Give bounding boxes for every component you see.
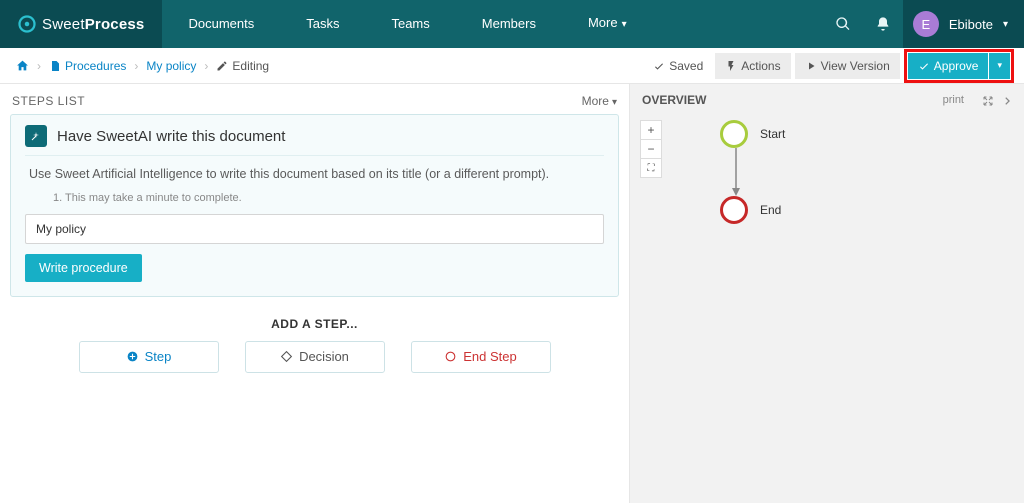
bell-icon bbox=[875, 16, 891, 32]
ai-prompt-input[interactable] bbox=[25, 214, 604, 244]
nav-items: Documents Tasks Teams Members More ▾ bbox=[162, 0, 652, 48]
diamond-icon bbox=[280, 350, 293, 363]
chevron-down-icon: ▾ bbox=[1003, 19, 1008, 30]
zoom-out-button[interactable]: − bbox=[640, 139, 662, 159]
breadcrumb-editing-label: Editing bbox=[232, 59, 269, 73]
steps-list-title: STEPS LIST bbox=[12, 94, 85, 108]
chevron-down-icon: ▾ bbox=[612, 97, 617, 108]
add-step-row: Step Decision End Step bbox=[10, 341, 619, 373]
actions-button[interactable]: Actions bbox=[715, 53, 790, 79]
check-icon bbox=[653, 60, 665, 72]
add-decision-button[interactable]: Decision bbox=[245, 341, 385, 373]
nav-tasks[interactable]: Tasks bbox=[280, 0, 365, 48]
brand-icon bbox=[18, 15, 36, 33]
breadcrumb-procedures-label: Procedures bbox=[65, 59, 126, 73]
search-icon bbox=[835, 16, 851, 32]
overview-next[interactable] bbox=[1002, 92, 1012, 107]
flow-end-node[interactable]: End bbox=[720, 196, 785, 224]
view-version-label: View Version bbox=[821, 59, 890, 73]
notifications-button[interactable] bbox=[863, 0, 903, 48]
breadcrumb-procedures[interactable]: Procedures bbox=[49, 59, 126, 73]
main: STEPS LIST More▾ Have SweetAI write this… bbox=[0, 84, 1024, 503]
breadcrumb-policy[interactable]: My policy bbox=[146, 59, 196, 73]
brand[interactable]: SweetProcess bbox=[0, 0, 162, 48]
overview-expand[interactable] bbox=[982, 92, 994, 107]
ai-note: 1. This may take a minute to complete. bbox=[53, 192, 600, 204]
add-step-button[interactable]: Step bbox=[79, 341, 219, 373]
search-button[interactable] bbox=[823, 0, 863, 48]
overview-panel: OVERVIEW print + − ⛶ Start bbox=[630, 84, 1024, 503]
user-name: Ebibote bbox=[949, 17, 993, 32]
breadcrumb-sep: › bbox=[204, 59, 208, 73]
expand-icon bbox=[982, 95, 994, 107]
fullscreen-button[interactable]: ⛶ bbox=[640, 158, 662, 178]
approve-dropdown[interactable]: ▾ bbox=[989, 53, 1010, 79]
brand-text: SweetProcess bbox=[42, 16, 144, 33]
chevron-down-icon: ▾ bbox=[622, 19, 627, 30]
flow-diagram: Start End bbox=[720, 120, 785, 224]
nav-teams[interactable]: Teams bbox=[365, 0, 455, 48]
ai-title: Have SweetAI write this document bbox=[57, 128, 285, 145]
top-nav: SweetProcess Documents Tasks Teams Membe… bbox=[0, 0, 1024, 48]
nav-members[interactable]: Members bbox=[456, 0, 562, 48]
plus-circle-icon bbox=[126, 350, 139, 363]
ai-card: Have SweetAI write this document Use Swe… bbox=[10, 114, 619, 297]
saved-label: Saved bbox=[669, 59, 703, 73]
action-bar: › Procedures › My policy › Editing Saved… bbox=[0, 48, 1024, 84]
add-end-step-button[interactable]: End Step bbox=[411, 341, 551, 373]
nav-documents[interactable]: Documents bbox=[162, 0, 280, 48]
approve-label: Approve bbox=[934, 59, 979, 73]
user-menu[interactable]: E Ebibote ▾ bbox=[903, 0, 1024, 48]
saved-status: Saved bbox=[653, 59, 703, 73]
flow-start-node[interactable]: Start bbox=[720, 120, 785, 148]
steps-more[interactable]: More▾ bbox=[582, 94, 617, 108]
steps-more-label: More bbox=[582, 94, 609, 108]
view-version-button[interactable]: View Version bbox=[795, 53, 900, 79]
overview-title: OVERVIEW bbox=[642, 93, 706, 107]
add-end-step-label: End Step bbox=[463, 349, 517, 364]
home-icon bbox=[16, 59, 29, 72]
actions-label: Actions bbox=[741, 59, 780, 73]
nav-more-label: More bbox=[588, 15, 618, 30]
ai-description: Use Sweet Artificial Intelligence to wri… bbox=[29, 166, 600, 184]
file-icon bbox=[49, 60, 61, 72]
end-circle-icon bbox=[720, 196, 748, 224]
breadcrumb-sep: › bbox=[37, 59, 41, 73]
add-step-label: Step bbox=[145, 349, 172, 364]
overview-zoom-controls: + − ⛶ bbox=[640, 120, 662, 177]
start-circle-icon bbox=[720, 120, 748, 148]
check-icon bbox=[918, 60, 930, 72]
breadcrumb-editing: Editing bbox=[216, 59, 269, 73]
flow-end-label: End bbox=[760, 203, 781, 217]
play-icon bbox=[805, 60, 817, 72]
add-step-title: ADD A STEP... bbox=[10, 317, 619, 331]
ai-icon bbox=[25, 125, 47, 147]
pencil-icon bbox=[216, 60, 228, 72]
avatar: E bbox=[913, 11, 939, 37]
caret-down-icon: ▾ bbox=[997, 60, 1002, 71]
flow-arrow bbox=[732, 148, 785, 196]
approve-highlight: Approve ▾ bbox=[904, 49, 1014, 83]
zoom-in-button[interactable]: + bbox=[640, 120, 662, 140]
circle-icon bbox=[444, 350, 457, 363]
steps-panel: STEPS LIST More▾ Have SweetAI write this… bbox=[0, 84, 630, 503]
breadcrumb-sep: › bbox=[134, 59, 138, 73]
write-procedure-button[interactable]: Write procedure bbox=[25, 254, 142, 282]
chevron-right-icon bbox=[1002, 96, 1012, 106]
approve-button[interactable]: Approve bbox=[908, 53, 989, 79]
nav-more[interactable]: More ▾ bbox=[562, 0, 653, 49]
bolt-icon bbox=[725, 60, 737, 72]
flow-start-label: Start bbox=[760, 127, 785, 141]
overview-print[interactable]: print bbox=[943, 94, 964, 106]
breadcrumb-home[interactable] bbox=[16, 59, 29, 72]
add-decision-label: Decision bbox=[299, 349, 349, 364]
